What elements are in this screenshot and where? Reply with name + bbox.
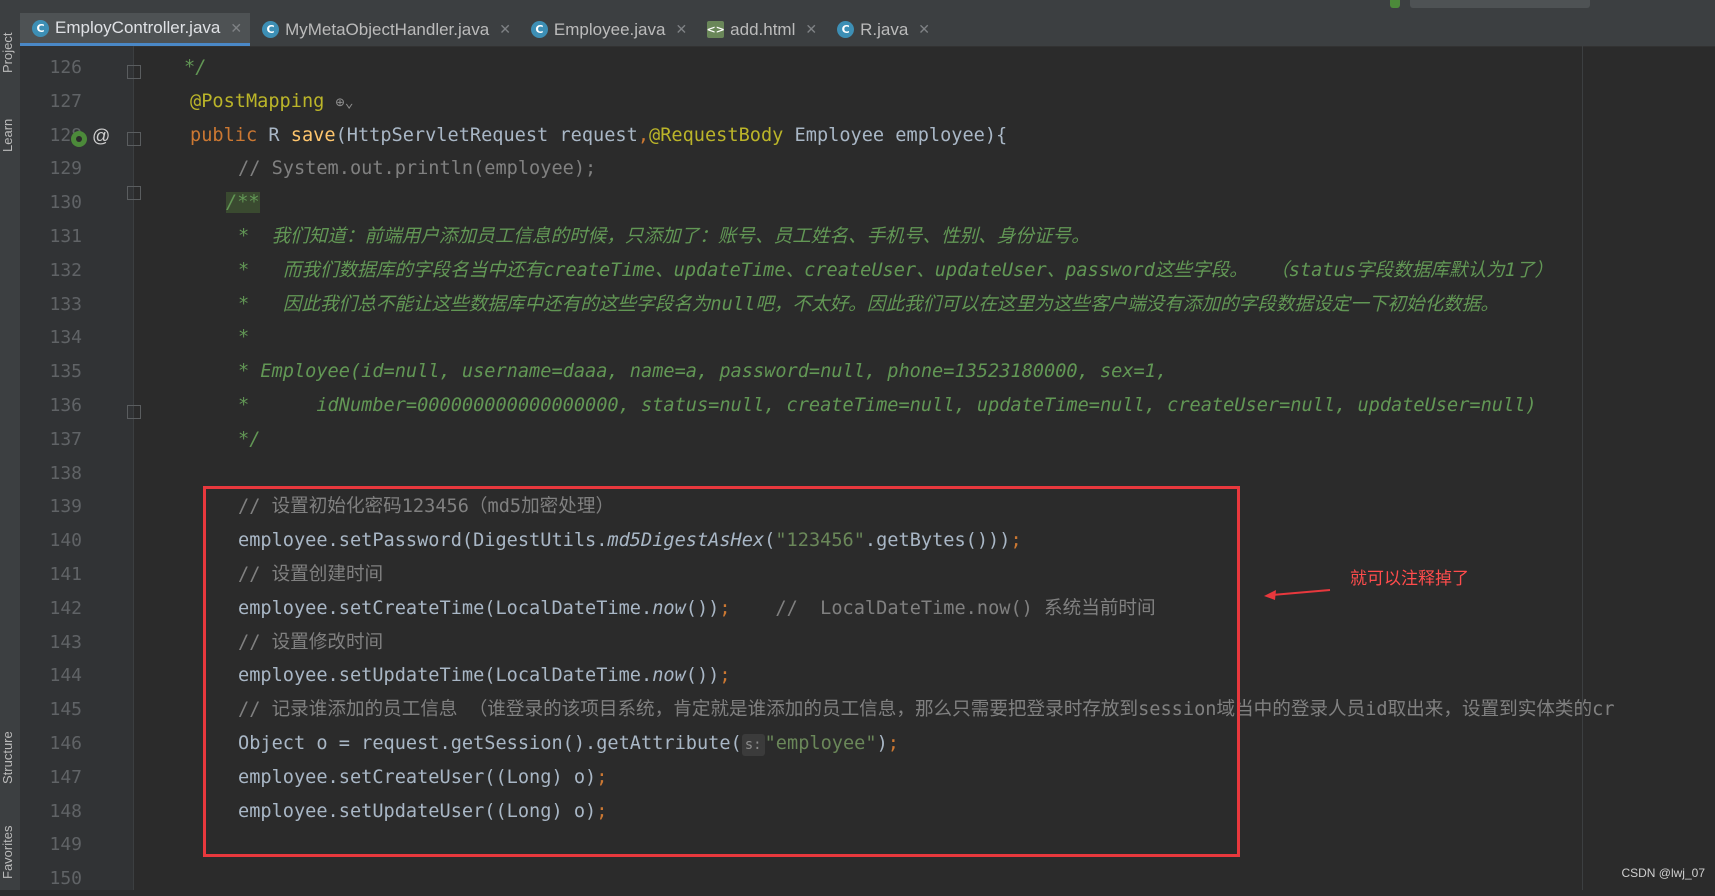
- close-icon[interactable]: ✕: [805, 21, 817, 38]
- line-number: 130: [49, 192, 82, 214]
- structure-tool-button[interactable]: Structure: [0, 715, 20, 800]
- arrow-icon: [1264, 589, 1331, 600]
- tab-add-html[interactable]: <> add.html ✕: [695, 13, 825, 46]
- class-icon: C: [837, 21, 855, 38]
- favorites-tool-button[interactable]: Favorites: [0, 815, 20, 890]
- line-number: 147: [49, 766, 82, 788]
- line-number: 131: [49, 226, 82, 247]
- code-line-128: public R save(HttpServletRequest request…: [190, 124, 1008, 146]
- line-number: 139: [49, 496, 82, 518]
- code-line-127: @PostMapping ⊕⌄: [190, 90, 354, 112]
- line-number: 129: [49, 158, 82, 180]
- close-icon[interactable]: ✕: [230, 20, 242, 37]
- code-line-137: */: [238, 428, 261, 450]
- line-number: 134: [49, 327, 82, 349]
- project-tool-button[interactable]: Project: [0, 18, 20, 88]
- code-line-133: * 因此我们总不能让这些数据库中还有的这些字段名为null吧，不太好。因此我们可…: [238, 293, 1499, 315]
- main-toolbar: [0, 0, 1715, 14]
- line-number: 150: [49, 868, 82, 890]
- code-line-129: // System.out.println(employee);: [238, 158, 597, 180]
- close-icon[interactable]: ✕: [675, 21, 687, 38]
- line-number: 142: [49, 597, 82, 619]
- line-number: 132: [49, 259, 82, 281]
- line-number: 136: [49, 395, 82, 416]
- editor-gutter[interactable]: 126 127 128 129 130 131 132 133 134 135 136 137 138 1…: [20, 46, 141, 890]
- tab-r-java[interactable]: C R.java ✕: [825, 13, 938, 46]
- tab-employ-controller[interactable]: C EmployController.java ✕: [20, 13, 251, 46]
- tab-label: EmployController.java: [55, 18, 221, 37]
- line-number: 133: [49, 293, 82, 315]
- tab-my-meta-object-handler[interactable]: C MyMetaObjectHandler.java ✕: [250, 13, 519, 46]
- html-file-icon: <>: [706, 21, 725, 38]
- line-number: 149: [49, 834, 82, 856]
- code-line-135: * Employee(id=null, username=daaa, name=…: [238, 361, 1168, 383]
- tab-employee[interactable]: C Employee.java ✕: [519, 13, 695, 46]
- globe-icon[interactable]: ⊕⌄: [336, 93, 354, 111]
- tab-label: MyMetaObjectHandler.java: [285, 19, 490, 39]
- line-number: 148: [49, 800, 82, 822]
- code-line-130: /**: [226, 192, 260, 214]
- close-icon[interactable]: ✕: [499, 21, 511, 38]
- code-line-134: *: [238, 327, 250, 349]
- line-number: 140: [49, 530, 82, 552]
- line-number: 137: [49, 428, 82, 450]
- line-number: 135: [49, 361, 82, 383]
- tab-label: add.html: [730, 19, 796, 39]
- learn-tool-button[interactable]: Learn: [0, 108, 20, 163]
- code-line-132: * 而我们数据库的字段名当中还有createTime、updateTime、cr…: [238, 259, 1554, 281]
- code-line-131: * 我们知道：前端用户添加员工信息的时候，只添加了：账号、员工姓名、手机号、性别…: [238, 226, 1090, 247]
- run-config-selector[interactable]: [1410, 0, 1590, 8]
- line-number: 127: [49, 90, 82, 112]
- code-line-136: * idNumber=000000000000000000, status=nu…: [238, 395, 1537, 416]
- annotation-note: 就可以注释掉了: [1350, 569, 1469, 588]
- code-line-126: */: [184, 57, 207, 78]
- line-number: 144: [49, 665, 82, 687]
- tab-label: Employee.java: [553, 19, 666, 39]
- line-number: 126: [49, 57, 82, 78]
- highlight-box: [203, 486, 1240, 857]
- editor-tabs: C EmployController.java ✕ C MyMetaObject…: [20, 13, 1715, 47]
- spring-bean-icon[interactable]: [70, 130, 88, 148]
- line-number: 146: [49, 733, 82, 754]
- class-icon: C: [262, 21, 280, 38]
- class-icon: C: [530, 21, 548, 38]
- close-icon[interactable]: ✕: [918, 21, 930, 38]
- watermark: CSDN @lwj_07: [1621, 866, 1705, 880]
- class-icon: C: [32, 19, 49, 37]
- right-margin-guide: [1582, 46, 1583, 890]
- line-number: 141: [49, 564, 82, 585]
- web-endpoint-icon[interactable]: @: [92, 126, 110, 147]
- line-number: 145: [49, 699, 82, 721]
- build-icon[interactable]: [1390, 0, 1400, 8]
- tab-label: R.java: [860, 19, 909, 39]
- line-number: 138: [49, 462, 82, 484]
- line-number: 143: [49, 631, 82, 653]
